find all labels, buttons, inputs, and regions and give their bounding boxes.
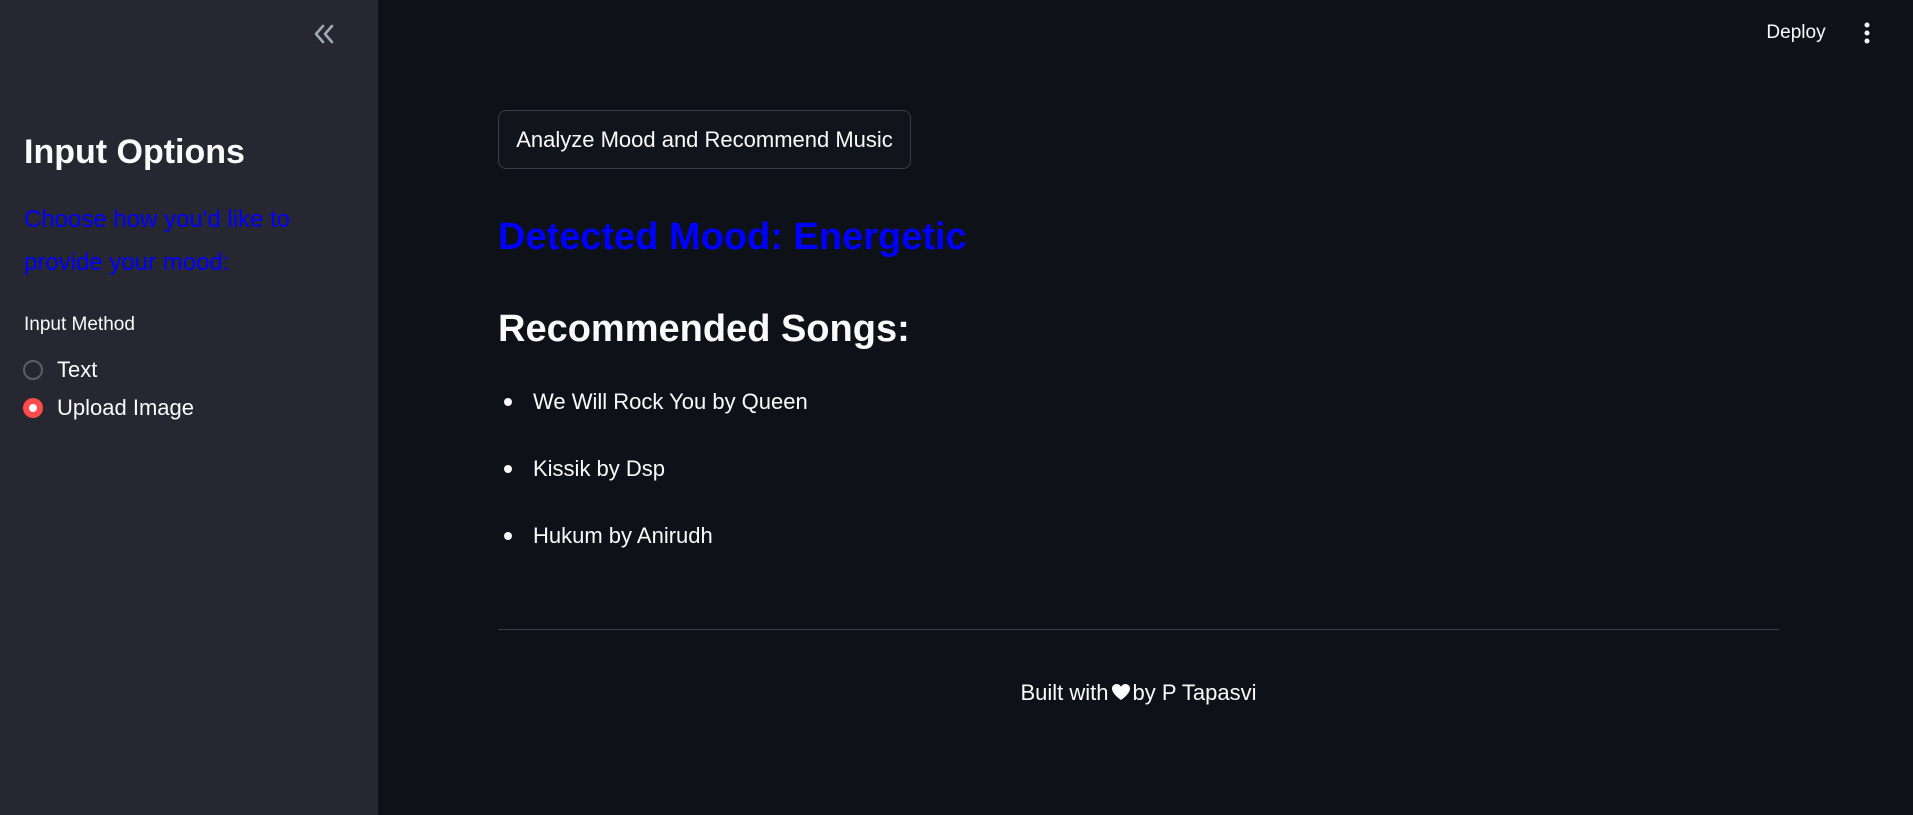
sidebar: Input Options Choose how you'd like to p…: [0, 0, 378, 815]
input-method-label: Input Method: [24, 314, 135, 335]
list-item: Hukum by Anirudh: [498, 518, 808, 585]
heart-icon: [1111, 681, 1131, 707]
collapse-sidebar-button[interactable]: [308, 18, 340, 50]
deploy-button[interactable]: Deploy: [1752, 16, 1840, 50]
radio-option-label: Text: [57, 357, 98, 382]
radio-button-selected[interactable]: [23, 398, 43, 418]
list-item: Kissik by Dsp: [498, 451, 808, 518]
divider: [498, 629, 1779, 630]
sidebar-subtitle: Choose how you'd like to provide your mo…: [24, 206, 291, 276]
radio-option-label: Upload Image: [57, 395, 194, 420]
sidebar-title: Input Options: [24, 133, 245, 171]
double-chevron-left-icon: [314, 24, 334, 44]
radio-option-text[interactable]: Text: [23, 357, 97, 383]
app: Input Options Choose how you'd like to p…: [0, 0, 1913, 815]
footer: Built with by P Tapasvi: [498, 680, 1779, 707]
list-item: We Will Rock You by Queen: [498, 384, 808, 451]
radio-option-upload-image[interactable]: Upload Image: [23, 395, 194, 421]
recommended-songs-heading: Recommended Songs:: [498, 308, 910, 350]
main-menu-button[interactable]: [1852, 16, 1882, 50]
song-list: We Will Rock You by Queen Kissik by Dsp …: [498, 384, 808, 585]
analyze-mood-button[interactable]: Analyze Mood and Recommend Music: [498, 110, 911, 169]
footer-text-before: Built with: [1020, 680, 1109, 705]
vertical-ellipsis-icon: [1864, 22, 1870, 44]
footer-text-after: by P Tapasvi: [1132, 680, 1257, 705]
detected-mood-heading: Detected Mood: Energetic: [498, 216, 967, 258]
radio-button-unselected[interactable]: [23, 360, 43, 380]
